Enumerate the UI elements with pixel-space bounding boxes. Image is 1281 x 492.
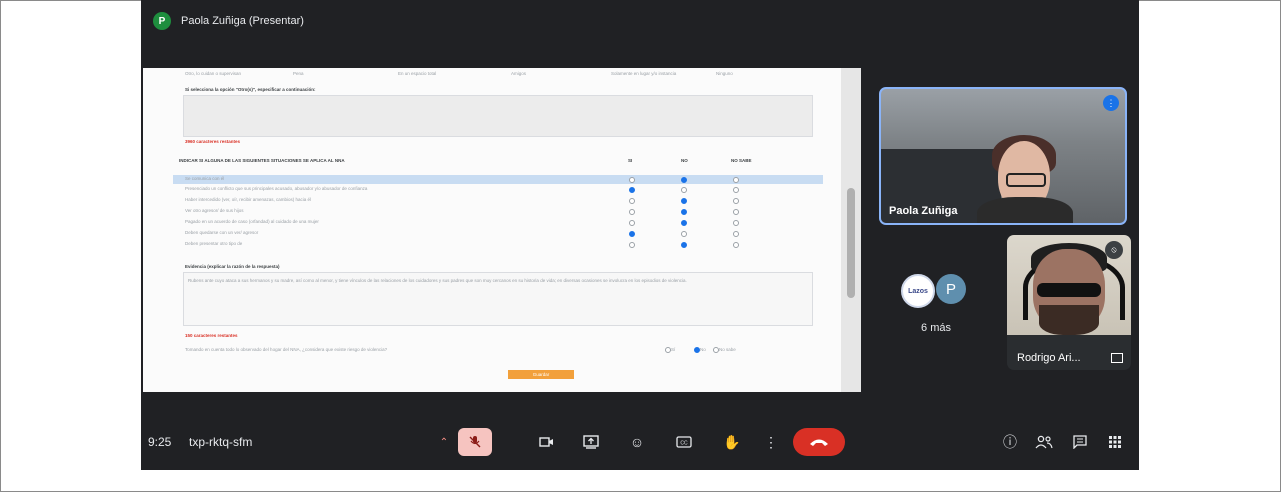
option-ninguno[interactable]: Ninguno [716, 71, 733, 76]
evidence-textarea[interactable]: Rubens ante cuyo ataca a sus hermanos y … [183, 272, 813, 326]
participant-tile-main[interactable]: ⋮ Paola Zuñiga [879, 87, 1127, 225]
mic-muted-icon: ⦸ [1105, 241, 1123, 259]
situation-label: Deben presentar otro tipo de [185, 241, 243, 246]
radio-nosabe[interactable] [733, 242, 739, 248]
clock: 9:25 [148, 435, 172, 449]
svg-text:CC: CC [680, 441, 688, 447]
col-nosabe: NO SABE [731, 158, 752, 163]
final-question: Tomando en cuenta todo lo observado del … [185, 347, 388, 352]
captions-icon[interactable]: CC [671, 428, 697, 456]
radio-si[interactable] [629, 242, 635, 248]
people-icon[interactable] [1032, 428, 1056, 456]
participant-tile-second[interactable]: ⦸ Rodrigo Ari... [1007, 235, 1131, 370]
participant-avatar: P [936, 274, 966, 304]
radio-no[interactable] [681, 220, 687, 226]
meeting-code: txp-rktq-sfm [189, 435, 253, 449]
radio-nosabe[interactable] [733, 231, 739, 237]
chars-left-2: 150 caracteres restantes [185, 333, 238, 338]
radio-no[interactable] [681, 187, 687, 193]
more-participants-label: 6 más [921, 322, 951, 334]
radio-nosabe[interactable] [733, 198, 739, 204]
situation-label: Presenciado un conflicto que sus princip… [185, 186, 368, 191]
otro-prompt: Si selecciona la opción "Otro(s)", espec… [185, 87, 316, 92]
more-options-icon[interactable]: ⋮ [761, 428, 781, 456]
meet-window: P Paola Zuñiga (Presentar) Otro, lo cuid… [141, 0, 1139, 470]
emoji-icon[interactable]: ☺ [624, 428, 650, 456]
radio-si[interactable] [629, 177, 635, 183]
end-call-icon[interactable] [793, 428, 845, 456]
camera-icon[interactable] [534, 428, 560, 456]
chat-icon[interactable] [1068, 428, 1092, 456]
presenter-label: P Paola Zuñiga (Presentar) [153, 12, 304, 30]
radio-si[interactable] [629, 209, 635, 215]
radio-nosabe[interactable] [733, 209, 739, 215]
col-si: SI [628, 158, 633, 163]
shared-screen[interactable]: Otro, lo cuidan o supervisan Pena En un … [143, 68, 861, 392]
radio-no[interactable] [681, 242, 687, 248]
presenter-name: Paola Zuñiga (Presentar) [181, 15, 304, 27]
participant-name: Paola Zuñiga [889, 205, 958, 217]
situation-label: Haber intercedido (ver, oír, recibir ame… [185, 197, 312, 202]
situation-label: Ver otro agresor/ de sus hijos [185, 208, 244, 213]
radio-no[interactable] [681, 231, 687, 237]
situations-title: INDICAR SI ALGUNA DE LAS SIGUIENTES SITU… [179, 158, 345, 163]
highlighted-row [173, 175, 823, 184]
evidence-title: Evidencia (explicar la razón de la respu… [185, 264, 280, 269]
radio-no[interactable] [681, 209, 687, 215]
mic-off-icon[interactable] [458, 428, 492, 456]
document-scrollbar[interactable] [841, 68, 861, 392]
present-icon[interactable] [578, 428, 604, 456]
option-pena[interactable]: Pena [293, 71, 304, 76]
radio-no[interactable] [681, 177, 687, 183]
radio-nosabe[interactable] [733, 187, 739, 193]
situation-label: Se comunica con él [185, 176, 225, 181]
otro-textarea[interactable] [183, 95, 813, 137]
radio-si[interactable] [629, 231, 635, 237]
shared-document: Otro, lo cuidan o supervisan Pena En un … [143, 68, 841, 392]
radio-nosabe[interactable] [733, 177, 739, 183]
speaking-icon: ⋮ [1103, 95, 1119, 111]
radio-no[interactable] [681, 198, 687, 204]
col-no: NO [681, 158, 688, 163]
final-option: No sabe [719, 347, 736, 352]
final-option: Sí [671, 347, 676, 352]
scrollbar-thumb[interactable] [847, 188, 855, 298]
participant-name: Rodrigo Ari... [1017, 352, 1081, 364]
radio-si[interactable] [629, 187, 635, 193]
activities-icon[interactable] [1103, 428, 1127, 456]
info-icon[interactable]: ⓘ [998, 428, 1022, 456]
bottom-toolbar: 9:25 txp-rktq-sfm ⌃ ☺ CC ✋ ⋮ ⓘ [141, 405, 1139, 470]
option-amigos[interactable]: Amigos [511, 71, 526, 76]
option-espacio[interactable]: En un espacio total [398, 71, 436, 76]
radio-nosabe[interactable] [733, 220, 739, 226]
participant-avatar-logo: Lazos [901, 274, 935, 308]
situation-label: Pagado en un acuerdo de caso (orfandad) … [185, 219, 319, 224]
presenter-avatar: P [153, 12, 171, 30]
option-otro[interactable]: Otro, lo cuidan o supervisan [185, 71, 241, 76]
radio-si[interactable] [629, 220, 635, 226]
final-option: No [700, 347, 706, 352]
chars-left-1: 3960 caracteres restantes [185, 139, 241, 144]
situation-label: Deben quedarse con un ver/ agresor [185, 230, 259, 235]
raise-hand-icon[interactable]: ✋ [719, 428, 745, 456]
save-button[interactable]: Guardar [508, 370, 574, 379]
radio-si[interactable] [629, 198, 635, 204]
audio-options-chevron-icon[interactable]: ⌃ [437, 428, 451, 456]
option-lugar[interactable]: Solamente en lugar y/o instancia [611, 71, 676, 76]
pin-icon[interactable] [1111, 353, 1123, 363]
more-participants[interactable]: Lazos P 6 más [888, 270, 984, 340]
evidence-text: Rubens ante cuyo ataca a sus hermanos y … [188, 278, 687, 283]
